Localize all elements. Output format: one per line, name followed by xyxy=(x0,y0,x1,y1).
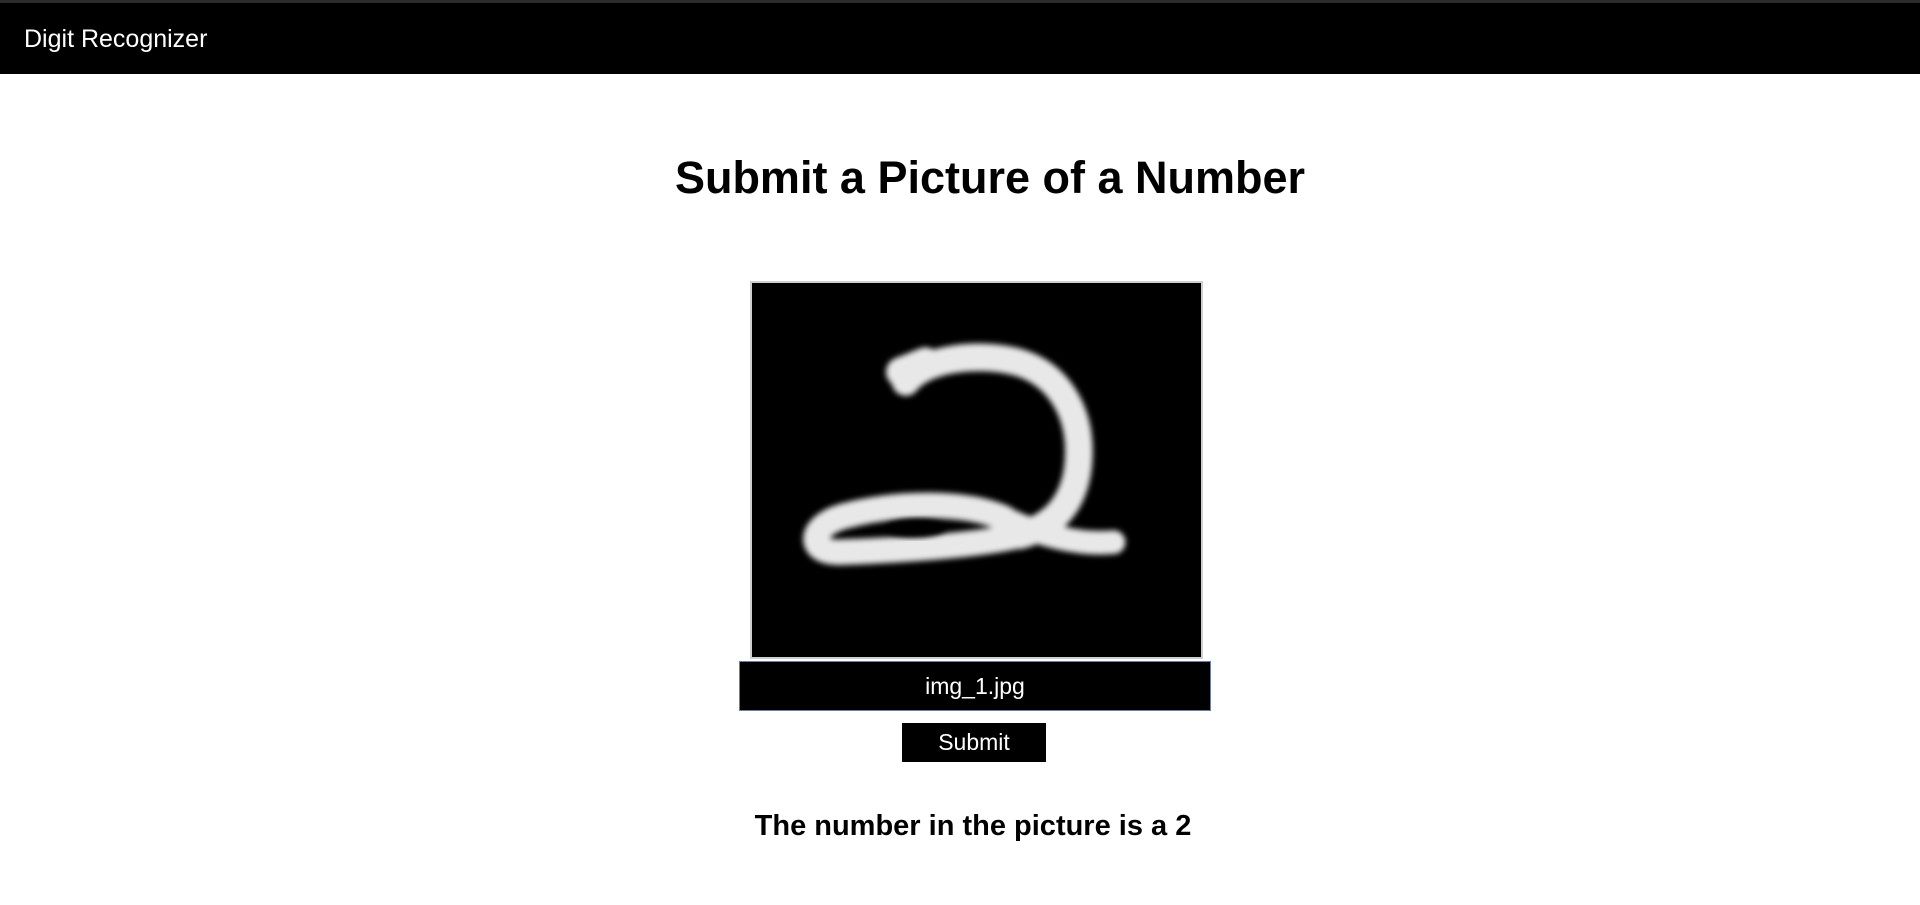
prediction-result: The number in the picture is a 2 xyxy=(754,810,1192,842)
navbar: Digit Recognizer xyxy=(0,0,1920,74)
navbar-brand[interactable]: Digit Recognizer xyxy=(24,24,207,54)
file-input[interactable]: img_1.jpg xyxy=(739,661,1211,711)
handwritten-digit-2-image xyxy=(752,283,1201,657)
page-title: Submit a Picture of a Number xyxy=(674,152,1306,203)
submit-button[interactable]: Submit xyxy=(902,723,1046,762)
digit-preview-image xyxy=(750,281,1203,659)
